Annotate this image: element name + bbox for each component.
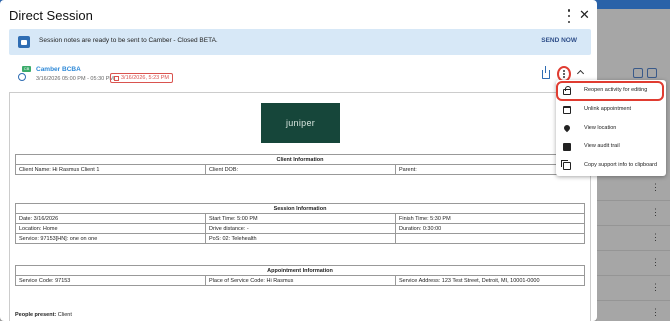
table-cell: Service Code: 97153 [15,275,206,286]
background-row-menu-icon: ⋮ [651,282,660,292]
background-share-icon [633,68,643,78]
background-bookmark-icon [647,68,657,78]
session-information-table: Session Information Date: 3/16/2026 Star… [15,203,585,244]
juniper-logo: juniper [261,103,340,143]
audit-trail-icon [563,143,571,151]
menu-item-copy-support-info[interactable]: Copy support info to clipboard [556,157,666,175]
background-row-divider [597,250,670,251]
direct-session-dialog: Direct Session ✕ Session notes are ready… [0,0,597,321]
banner-message: Session notes are ready to be sent to Ca… [39,37,218,44]
menu-item-label: Unlink appointment [584,106,632,112]
background-row-menu-icon: ⋮ [651,232,660,242]
background-row-menu-icon: ⋮ [651,307,660,317]
menu-item-view-audit-trail[interactable]: View audit trail [556,138,666,156]
table-row: Client Name: Hi Rasmus Client 1 Client D… [15,164,585,175]
menu-item-label: View location [584,125,617,131]
table-cell: Service Address: 123 Test Street, Detroi… [395,275,585,286]
appointment-information-table: Appointment Information Service Code: 97… [15,265,585,286]
table-cell: Client DOB: [205,164,396,175]
table-header: Client Information [15,154,585,165]
table-row: Date: 3/16/2026 Start Time: 5:00 PM Fini… [15,213,585,224]
table-row: Service: 97153[HN]: one on one PoS: 02: … [15,233,585,244]
menu-item-label: View audit trail [584,143,620,149]
background-row-menu-icon: ⋮ [651,182,660,192]
table-cell: Finish Time: 5:30 PM [395,213,585,224]
table-cell: PoS: 02: Telehealth [205,233,396,244]
calendar-icon [563,106,571,114]
background-row-menu-icon: ⋮ [651,207,660,217]
table-row: Service Code: 97153 Place of Service Cod… [15,275,585,286]
signed-timestamp-text: 3/16/2026, 5:23 PM [121,75,170,81]
table-cell: Location: Home [15,223,206,234]
send-now-button[interactable]: SEND NOW [541,37,577,44]
table-cell: Drive distance: - [205,223,396,234]
table-cell: Client Name: Hi Rasmus Client 1 [15,164,206,175]
table-cell: Start Time: 5:00 PM [205,213,396,224]
menu-item-unlink-appointment[interactable]: Unlink appointment [556,101,666,119]
chevron-up-icon[interactable] [576,69,585,78]
session-note-document: juniper Client Information Client Name: … [9,92,591,321]
table-cell [395,233,585,244]
notes-ready-banner: Session notes are ready to be sent to Ca… [9,29,591,55]
activity-provider-name[interactable]: Camber BCBA [36,66,81,73]
table-cell: Service: 97153[HN]: one on one [15,233,206,244]
people-present-value: Client [57,312,72,318]
table-row: Location: Home Drive distance: - Duratio… [15,223,585,234]
dialog-more-options-icon[interactable] [563,9,575,23]
menu-item-label: Copy support info to clipboard [584,162,658,168]
menu-item-view-location[interactable]: View location [556,120,666,138]
table-cell: Place of Service Code: Hi Rasmus [205,275,396,286]
activity-avatar-icon [18,73,26,81]
dialog-title: Direct Session [9,8,93,23]
share-icon[interactable] [542,66,550,79]
people-present: People present: Client [15,312,72,318]
background-row-divider [597,200,670,201]
highlight-annotation [556,81,664,101]
calendar-note-icon [18,36,30,48]
signed-timestamp-tag: 3/16/2026, 5:23 PM [110,73,174,83]
signature-icon [114,75,119,81]
copy-icon [561,160,571,170]
table-header: Appointment Information [15,265,585,276]
activity-datetime: 3/16/2026 05:00 PM - 05:30 PM [36,76,114,82]
close-icon[interactable]: ✕ [579,7,590,23]
background-row-menu-icon: ⋮ [651,257,660,267]
background-row-divider [597,225,670,226]
client-information-table: Client Information Client Name: Hi Rasmu… [15,154,585,175]
people-present-label: People present: [15,312,57,318]
table-header: Session Information [15,203,585,214]
table-cell: Date: 3/16/2026 [15,213,206,224]
table-cell: Duration: 0:30:00 [395,223,585,234]
activity-badge: CB [22,66,31,72]
background-row-divider [597,275,670,276]
background-row-divider [597,300,670,301]
location-pin-icon [562,123,572,133]
